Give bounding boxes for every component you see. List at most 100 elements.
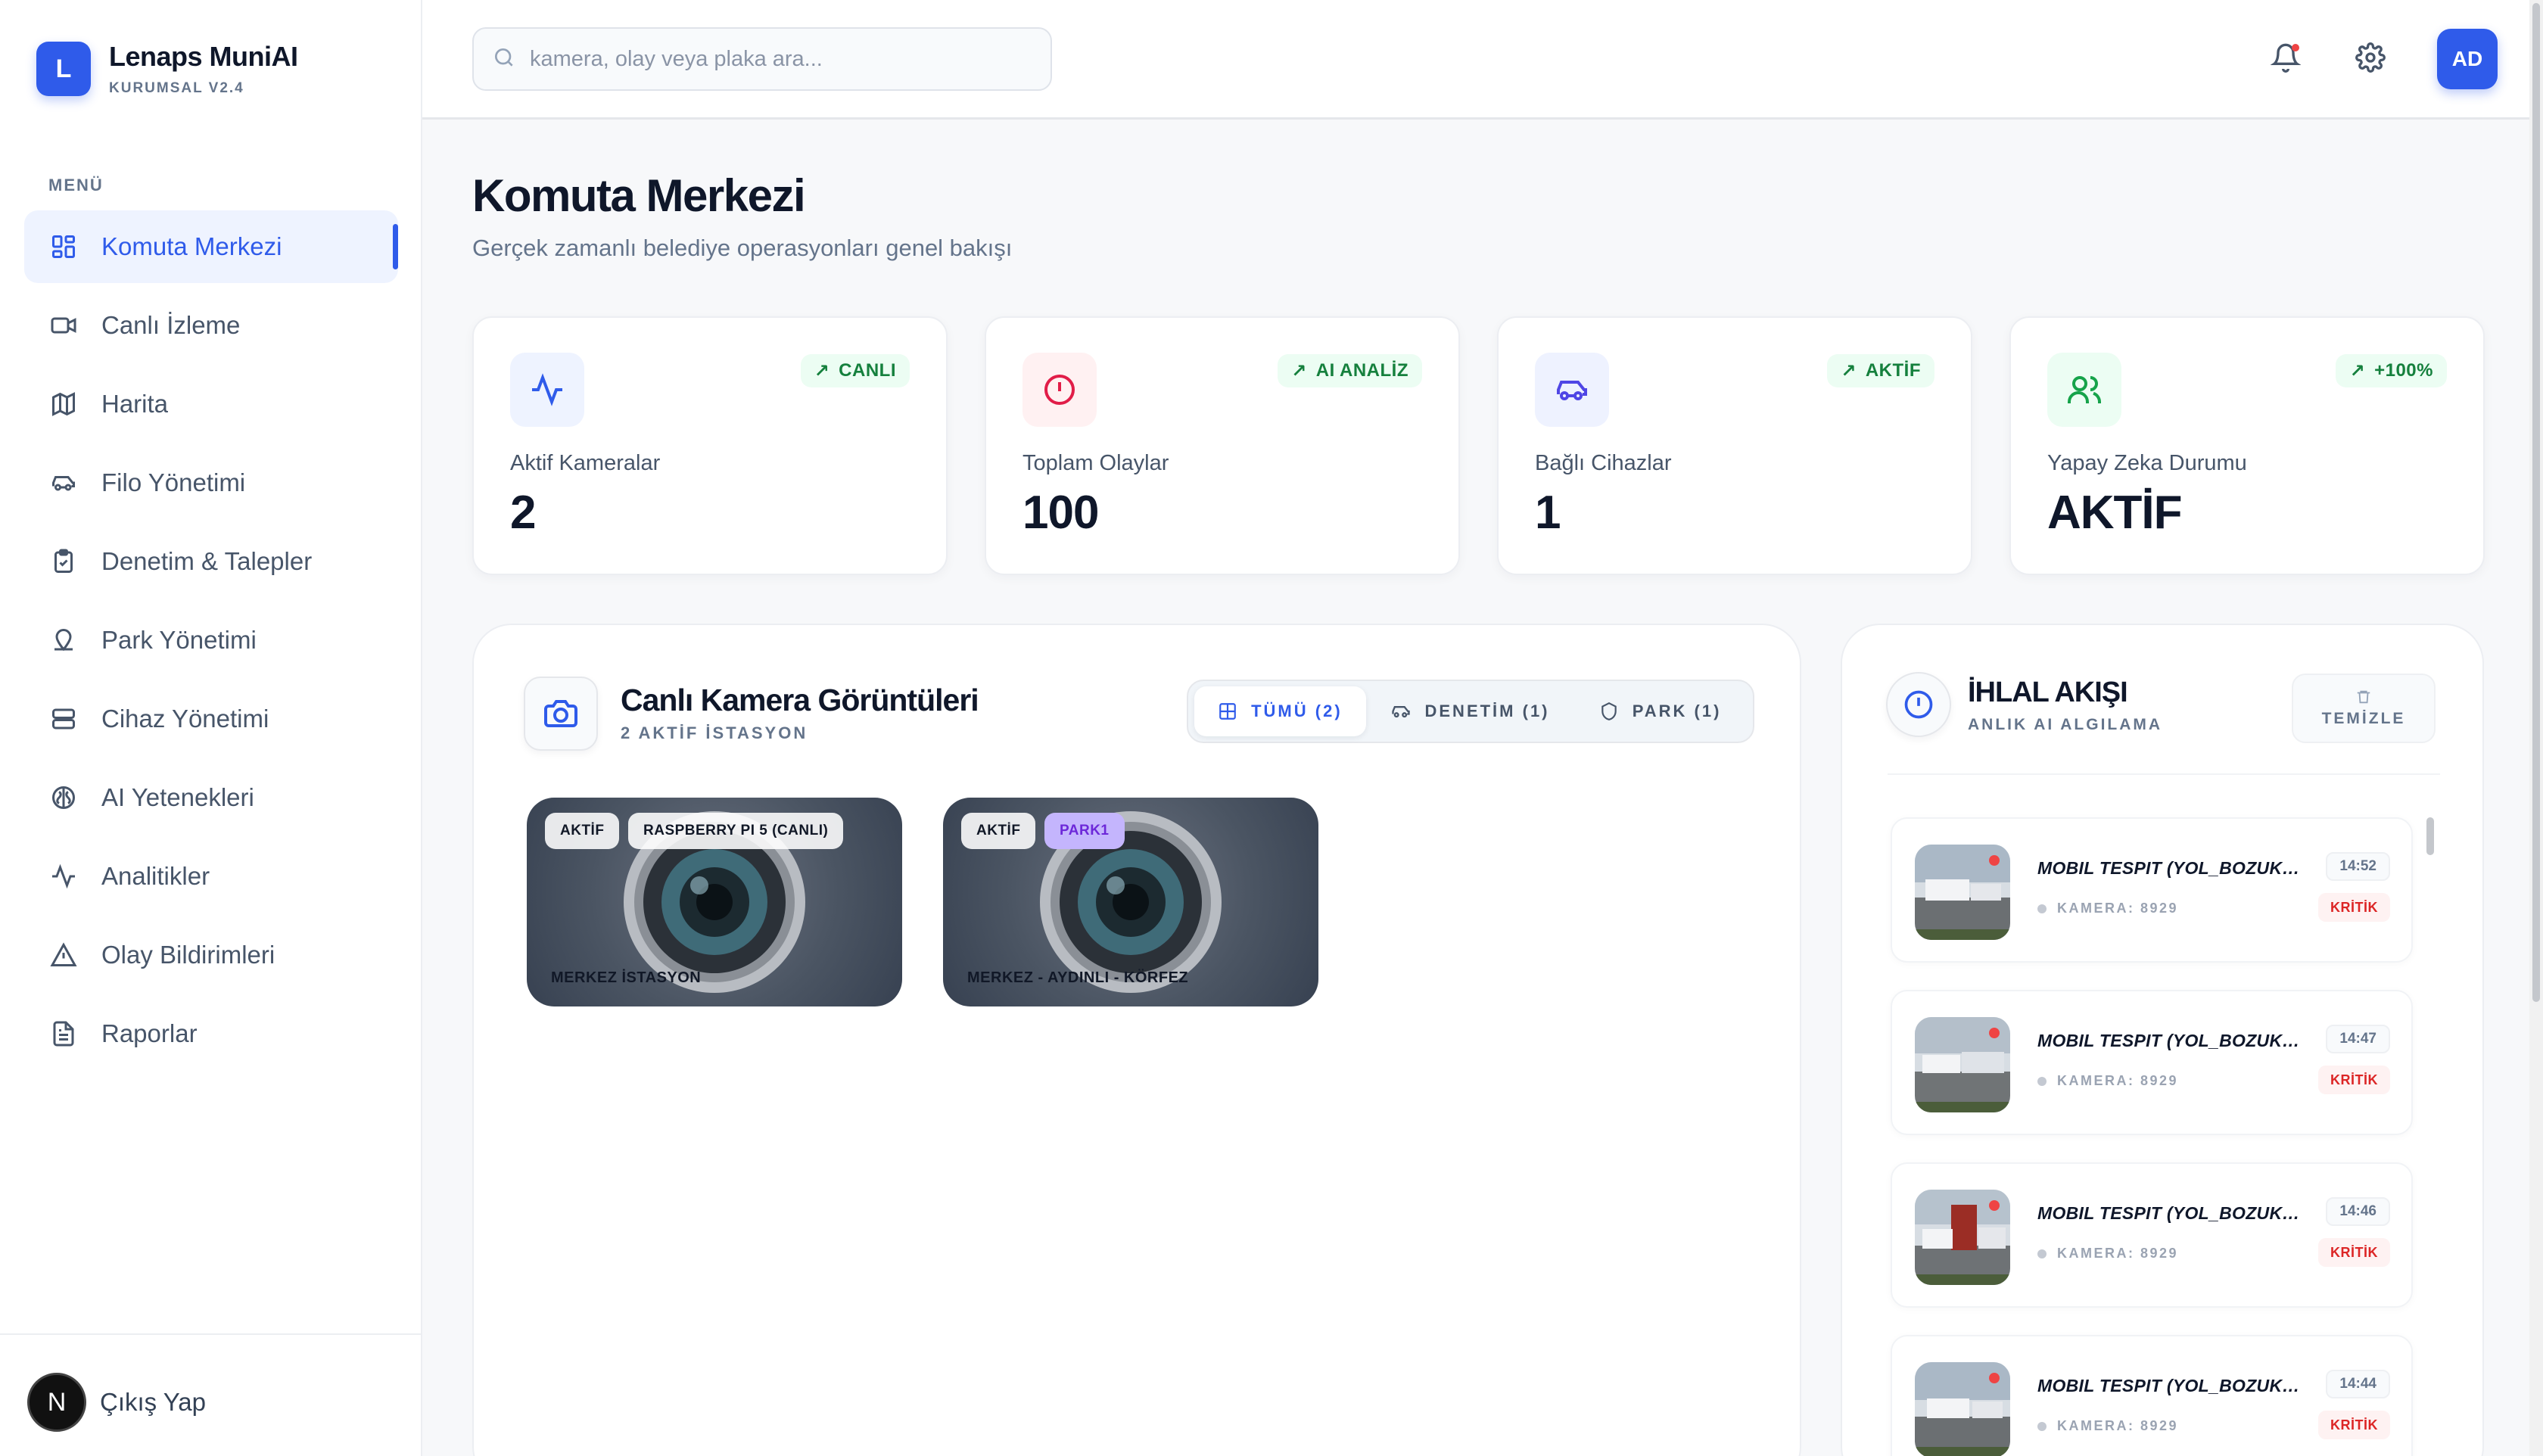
sidebar-item-label: Raporlar: [101, 1019, 198, 1047]
notification-dot: [2292, 44, 2299, 51]
camera-device-tag: RASPBERRY PI 5 (CANLI): [628, 813, 844, 849]
violation-item[interactable]: MOBIL TESPIT (YOL_BOZUKL... KAMERA: 8929…: [1891, 1162, 2413, 1308]
grid-icon: [1218, 702, 1237, 721]
notifications-button[interactable]: [2263, 36, 2308, 82]
page-subtitle: Gerçek zamanlı belediye operasyonları ge…: [472, 235, 1013, 261]
sidebar-item-label: AI Yetenekleri: [101, 783, 254, 811]
stat-card-connected-devices: ↗ AKTİF Bağlı Cihazlar 1: [1497, 316, 1972, 575]
stat-card-active-cameras: ↗ CANLI Aktif Kameralar 2: [472, 316, 948, 575]
live-camera-panel: Canlı Kamera Görüntüleri 2 AKTİF İSTASYO…: [472, 624, 1801, 1456]
sidebar-item-label: Komuta Merkezi: [101, 232, 282, 260]
sidebar-item-harita[interactable]: Harita: [24, 368, 398, 440]
stat-value: 100: [1022, 487, 1099, 539]
tab-inspection[interactable]: DENETİM (1): [1366, 686, 1573, 736]
sidebar-item-denetim-talepler[interactable]: Denetim & Talepler: [24, 525, 398, 598]
violation-time: 14:52: [2326, 852, 2390, 881]
violation-title: MOBIL TESPIT (YOL_BOZUKL...: [2037, 1031, 2302, 1050]
brand[interactable]: L Lenaps MuniAI KURUMSAL V2.4: [36, 41, 298, 97]
sidebar-item-label: Analitikler: [101, 862, 210, 890]
camera-status-tag: AKTİF: [961, 813, 1036, 849]
user-avatar[interactable]: AD: [2437, 29, 2498, 89]
clipboard-check-icon: [48, 546, 79, 577]
tab-all[interactable]: TÜMÜ (2): [1194, 686, 1366, 736]
sidebar-item-filo-yonetimi[interactable]: Filo Yönetimi: [24, 446, 398, 519]
users-icon: [2047, 353, 2121, 427]
sidebar-nav: Komuta Merkezi Canlı İzleme Harita Filo …: [24, 210, 398, 1076]
logout-button[interactable]: N Çıkış Yap: [27, 1373, 206, 1432]
violation-feed-panel: İHLAL AKIŞI ANLIK AI ALGILAMA TEMİZLE MO…: [1841, 624, 2484, 1456]
menu-heading: MENÜ: [48, 176, 104, 194]
brand-logo: L: [36, 42, 91, 96]
stat-value: 2: [510, 487, 536, 539]
sidebar-item-cihaz-yonetimi[interactable]: Cihaz Yönetimi: [24, 683, 398, 755]
sidebar-item-olay-bildirimleri[interactable]: Olay Bildirimleri: [24, 919, 398, 991]
sidebar-item-ai-yetenekleri[interactable]: AI Yetenekleri: [24, 761, 398, 834]
gear-icon: [2355, 42, 2386, 76]
severity-badge: KRİTİK: [2318, 893, 2390, 922]
status-badge: ↗ +100%: [2336, 354, 2447, 387]
sidebar-item-park-yonetimi[interactable]: Park Yönetimi: [24, 604, 398, 677]
sidebar-item-label: Olay Bildirimleri: [101, 941, 275, 969]
violation-item[interactable]: MOBIL TESPIT (YOL_BOZUKL... KAMERA: 8929…: [1891, 1335, 2413, 1456]
video-camera-icon: [48, 310, 79, 341]
page-scrollbar-thumb[interactable]: [2532, 3, 2540, 1002]
violation-thumbnail: [1915, 1017, 2010, 1112]
recording-dot: [1989, 855, 2000, 866]
search-input[interactable]: [530, 46, 1044, 72]
brand-name: Lenaps MuniAI: [109, 41, 298, 72]
stat-value: AKTİF: [2047, 487, 2183, 539]
activity-icon: [510, 353, 584, 427]
status-badge: ↗ CANLI: [800, 354, 910, 387]
feed-title: İHLAL AKIŞI: [1968, 677, 2128, 708]
violation-item[interactable]: MOBIL TESPIT (YOL_BOZUKL... KAMERA: 8929…: [1891, 817, 2413, 963]
camera-feed-card[interactable]: AKTİF PARK1 MERKEZ - AYDINLI - KÖRFEZ: [943, 798, 1318, 1006]
page-scrollbar[interactable]: [2529, 0, 2543, 1456]
clear-button[interactable]: TEMİZLE: [2292, 674, 2436, 743]
tab-park[interactable]: PARK (1): [1573, 686, 1747, 736]
violation-title: MOBIL TESPIT (YOL_BOZUKL...: [2037, 1203, 2302, 1223]
sidebar-item-label: Park Yönetimi: [101, 626, 257, 654]
violation-title: MOBIL TESPIT (YOL_BOZUKL...: [2037, 1376, 2302, 1395]
camera-name: MERKEZ - AYDINLI - KÖRFEZ: [967, 969, 1189, 986]
arrow-up-right-icon: ↗: [814, 360, 830, 381]
violation-thumbnail: [1915, 1190, 2010, 1285]
violation-time: 14:46: [2326, 1197, 2390, 1226]
brain-icon: [48, 782, 79, 813]
search-box[interactable]: [472, 27, 1052, 91]
violation-item[interactable]: MOBIL TESPIT (YOL_BOZUKL... KAMERA: 8929…: [1891, 990, 2413, 1135]
file-text-icon: [48, 1019, 79, 1049]
violation-camera: KAMERA: 8929: [2037, 901, 2178, 916]
sidebar-item-canli-izleme[interactable]: Canlı İzleme: [24, 289, 398, 362]
alert-circle-icon: [1886, 672, 1951, 737]
divider: [1888, 773, 2440, 775]
sidebar-item-analitikler[interactable]: Analitikler: [24, 840, 398, 913]
settings-button[interactable]: [2348, 36, 2393, 82]
camera-status-tag: AKTİF: [545, 813, 620, 849]
car-icon: [1535, 353, 1609, 427]
sidebar-item-label: Harita: [101, 390, 169, 418]
feed-scrollbar[interactable]: [2426, 817, 2434, 855]
map-icon: [48, 389, 79, 419]
page-title: Komuta Merkezi: [472, 170, 806, 221]
alert-circle-icon: [1022, 353, 1097, 427]
violation-title: MOBIL TESPIT (YOL_BOZUKL...: [2037, 858, 2302, 878]
camera-filter-tabs: TÜMÜ (2) DENETİM (1) PARK (1): [1187, 680, 1754, 743]
sidebar-item-raporlar[interactable]: Raporlar: [24, 997, 398, 1070]
alert-triangle-icon: [48, 940, 79, 970]
search-icon: [492, 45, 516, 73]
camera-feed-card[interactable]: AKTİF RASPBERRY PI 5 (CANLI) MERKEZ İSTA…: [527, 798, 902, 1006]
sidebar-item-komuta-merkezi[interactable]: Komuta Merkezi: [24, 210, 398, 283]
activity-icon: [48, 861, 79, 891]
panel-title: Canlı Kamera Görüntüleri: [621, 683, 979, 717]
camera-name: MERKEZ İSTASYON: [551, 969, 702, 986]
panel-subtitle: 2 AKTİF İSTASYON: [621, 723, 808, 742]
sidebar-item-label: Cihaz Yönetimi: [101, 705, 269, 733]
sidebar-item-label: Denetim & Talepler: [101, 547, 313, 575]
violation-time: 14:47: [2326, 1025, 2390, 1053]
brand-version: KURUMSAL V2.4: [109, 80, 244, 96]
feed-subtitle: ANLIK AI ALGILAMA: [1968, 716, 2163, 733]
sidebar: L Lenaps MuniAI KURUMSAL V2.4 MENÜ Komut…: [0, 0, 422, 1456]
severity-badge: KRİTİK: [2318, 1238, 2390, 1267]
violation-thumbnail: [1915, 845, 2010, 940]
camera-zone-tag: PARK1: [1044, 813, 1125, 849]
